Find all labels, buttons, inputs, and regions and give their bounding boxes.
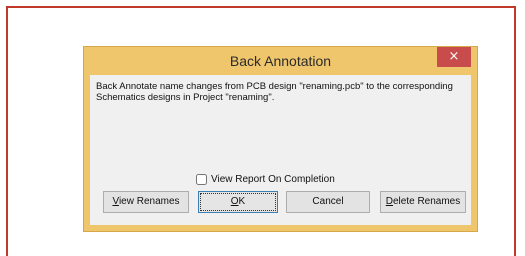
- delete-renames-mnemonic: D: [385, 196, 393, 207]
- dialog-body: Back Annotate name changes from PCB desi…: [90, 75, 471, 225]
- view-renames-label: iew Renames: [118, 196, 180, 207]
- delete-renames-label: elete Renames: [392, 196, 461, 207]
- delete-renames-button[interactable]: Delete Renames: [380, 191, 466, 213]
- view-report-label: View Report On Completion: [211, 174, 335, 185]
- close-button[interactable]: ×: [437, 47, 471, 67]
- cancel-button[interactable]: Cancel: [286, 191, 370, 213]
- back-annotation-dialog: Back Annotation × Back Annotate name cha…: [83, 46, 478, 232]
- close-icon: ×: [448, 49, 460, 64]
- ok-label: K: [238, 196, 246, 207]
- ok-focus-rect: OK: [200, 193, 276, 211]
- dialog-titlebar[interactable]: Back Annotation ×: [84, 47, 477, 75]
- screenshot-frame: Back Annotation × Back Annotate name cha…: [6, 6, 516, 256]
- dialog-message: Back Annotate name changes from PCB desi…: [96, 81, 453, 103]
- view-renames-button[interactable]: View Renames: [103, 191, 189, 213]
- view-report-checkbox[interactable]: [196, 174, 207, 185]
- view-report-option[interactable]: View Report On Completion: [196, 174, 335, 185]
- ok-button[interactable]: OK: [198, 191, 278, 213]
- ok-mnemonic: O: [230, 196, 239, 207]
- dialog-title: Back Annotation: [229, 53, 332, 69]
